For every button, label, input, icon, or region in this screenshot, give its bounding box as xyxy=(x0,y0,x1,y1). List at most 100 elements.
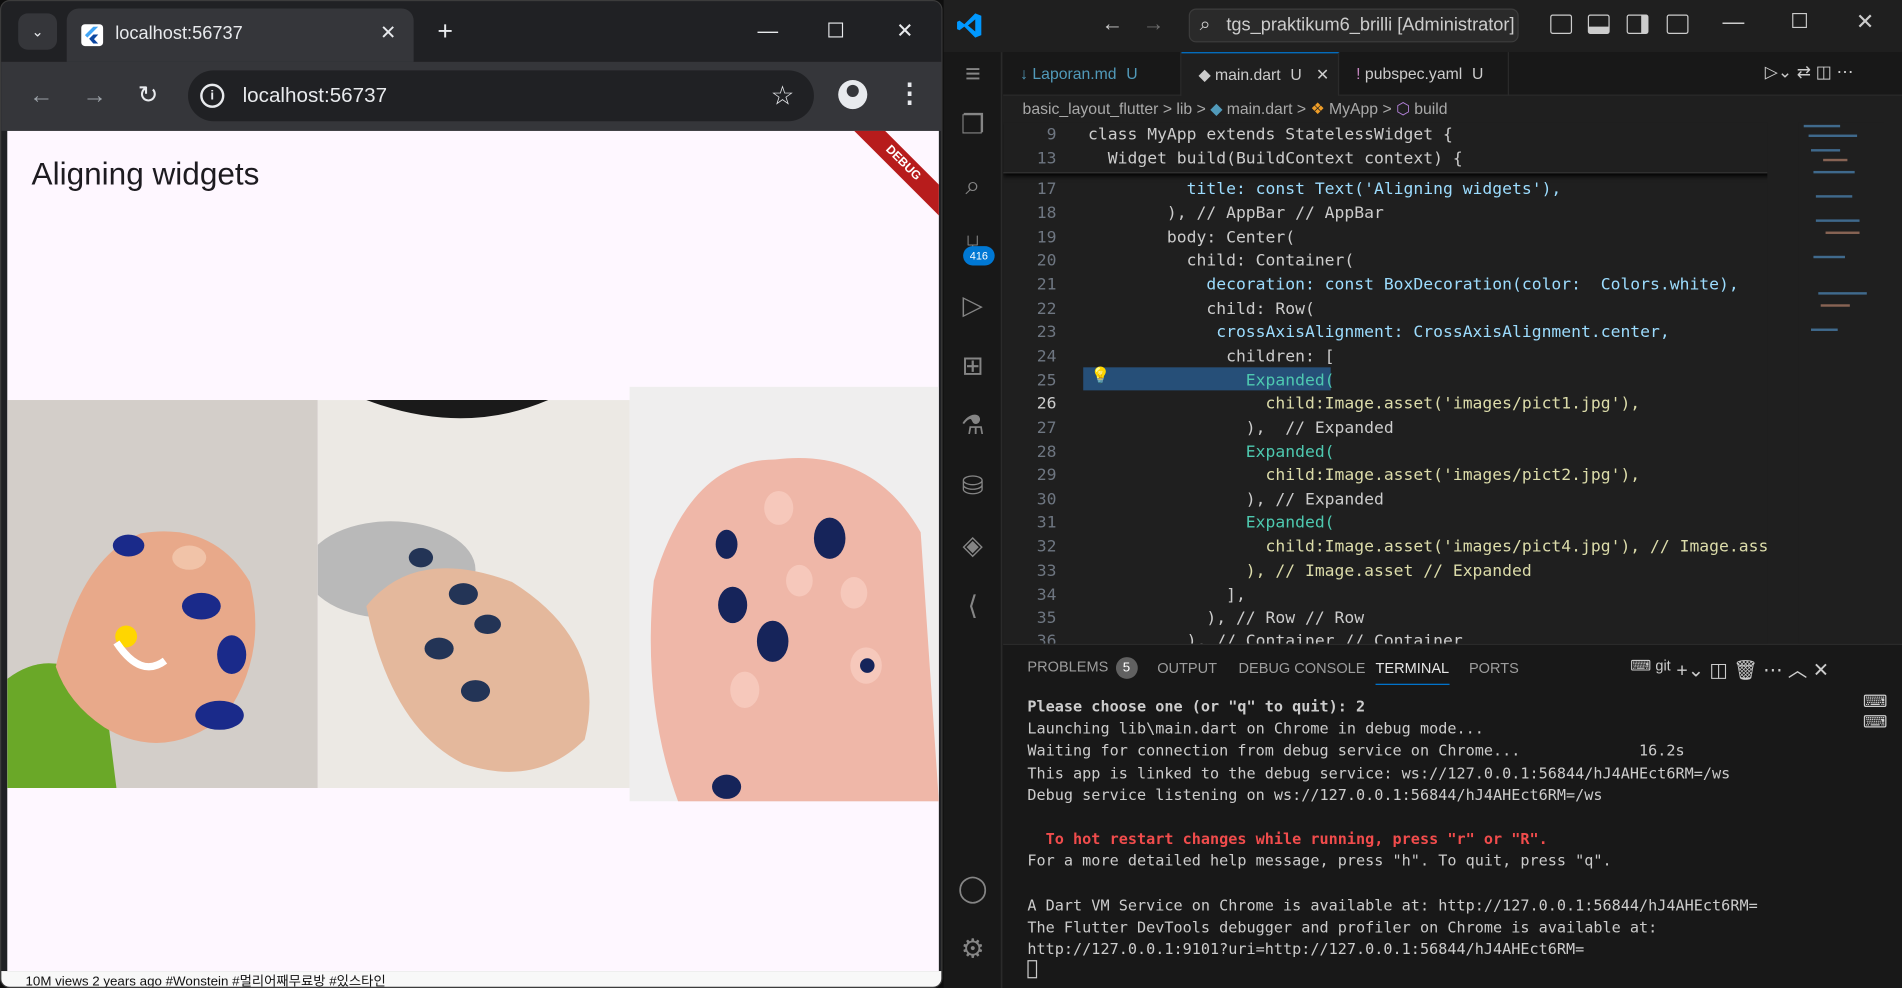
close-tab-icon[interactable]: ✕ xyxy=(375,21,402,48)
line-number: 20 xyxy=(1036,250,1057,271)
panel-actions-icon[interactable]: +⌄ ◫ 🗑 ⋯ ︿ ✕ xyxy=(1676,653,1829,682)
tab-main-dart[interactable]: ◆ main.dart U ✕ xyxy=(1181,52,1340,96)
database-icon[interactable]: ⛁ xyxy=(956,469,990,503)
settings-gear-icon[interactable]: ⚙ xyxy=(956,932,990,966)
line-number: 33 xyxy=(1036,561,1057,581)
flutter-icon[interactable]: ⟨ xyxy=(956,589,990,623)
problems-badge: 5 xyxy=(1115,657,1138,679)
extensions-icon[interactable]: ⊞ xyxy=(956,349,990,383)
search-icon: ⌕ xyxy=(1199,14,1211,36)
terminal-line: For a more detailed help message, press … xyxy=(1027,851,1612,870)
line-number: 28 xyxy=(1036,442,1057,462)
line-number: 36 xyxy=(1036,631,1057,644)
tab-status: U xyxy=(1471,64,1484,83)
code-line: ), // Expanded xyxy=(1088,418,1394,438)
minimize-icon[interactable]: — xyxy=(1722,10,1744,35)
panel-tab-debug-console[interactable]: DEBUG CONSOLE xyxy=(1238,659,1365,676)
search-icon[interactable]: ⌕ xyxy=(956,169,990,203)
url-text[interactable]: localhost:56737 xyxy=(243,84,387,108)
terminal-output[interactable]: Please choose one (or "q" to quit): 2 Lau… xyxy=(1027,696,1803,979)
tab-title: localhost:56737 xyxy=(115,23,243,44)
nav-forward-icon[interactable]: → xyxy=(1143,11,1165,36)
line-number: 25 xyxy=(1036,370,1057,391)
accounts-icon[interactable]: ◯ xyxy=(956,872,990,906)
address-bar[interactable]: i localhost:56737 ☆ xyxy=(188,70,814,122)
panel-tab-output[interactable]: OUTPUT xyxy=(1157,659,1217,676)
code-line: child: Row( xyxy=(1088,299,1315,319)
menu-kebab-icon[interactable]: ⋮ xyxy=(896,78,923,110)
toggle-panel-icon[interactable] xyxy=(1587,14,1610,34)
code-line: title: const Text('Aligning widgets'), xyxy=(1088,179,1562,199)
toggle-secondary-sidebar-icon[interactable] xyxy=(1626,14,1649,34)
bookmark-star-icon[interactable]: ☆ xyxy=(771,80,795,112)
tab-laporan-md[interactable]: ↓ Laporan.md U xyxy=(1003,52,1182,96)
app-title: Aligning widgets xyxy=(31,155,260,192)
flutter-favicon-icon xyxy=(81,24,104,47)
back-icon[interactable]: ← xyxy=(23,79,59,115)
testing-flask-icon[interactable]: ⚗ xyxy=(956,409,990,443)
run-debug-icon[interactable]: ▷ xyxy=(956,289,990,323)
line-number: 19 xyxy=(1036,227,1057,248)
line-number: 13 xyxy=(1036,149,1057,169)
terminal-list-icon[interactable]: ⌨ ⌨ xyxy=(1863,691,1888,732)
panel-tab-problems[interactable]: PROBLEMS 5 xyxy=(1027,657,1138,679)
close-window-icon[interactable]: ✕ xyxy=(881,13,930,49)
breadcrumb-item[interactable]: lib xyxy=(1176,99,1192,117)
customize-layout-icon[interactable] xyxy=(1666,14,1689,34)
activity-bar: ≡ ❐ ⌕ ⑂ 416 ▷ ⊞ ⚗ ⛁ ◈ ⟨ ◯ ⚙ xyxy=(943,52,1002,988)
breadcrumb-item[interactable]: basic_layout_flutter xyxy=(1023,99,1159,117)
tab-strip: ⌄ localhost:56737 ✕ + — ☐ ✕ xyxy=(1,1,942,62)
browser-toolbar: ← → ↻ i localhost:56737 ☆ ⋮ xyxy=(1,61,942,131)
profile-avatar-icon[interactable] xyxy=(838,80,868,110)
explorer-icon[interactable]: ❐ xyxy=(956,108,990,142)
layers-icon[interactable]: ◈ xyxy=(956,529,990,563)
maximize-icon[interactable]: ☐ xyxy=(811,13,860,49)
tab-label: main.dart xyxy=(1214,65,1281,84)
code-line: ), // Row // Row xyxy=(1088,608,1365,628)
forward-icon[interactable]: → xyxy=(76,79,112,115)
minimap[interactable] xyxy=(1798,122,1884,644)
terminal-line: http://127.0.0.1:9101?uri=http://127.0.0… xyxy=(1027,939,1585,959)
vscode-logo-icon xyxy=(957,13,982,38)
line-number: 34 xyxy=(1036,585,1057,605)
close-window-icon[interactable]: ✕ xyxy=(1856,10,1874,35)
terminal-line: This app is linked to the debug service:… xyxy=(1027,763,1731,782)
code-line: child:Image.asset('images/pict1.jpg'), xyxy=(1088,393,1641,414)
terminal-shell-selector[interactable]: ⌨ git xyxy=(1630,657,1670,674)
breadcrumb-item[interactable]: MyApp xyxy=(1329,99,1378,117)
bottom-panel: PROBLEMS 5 OUTPUT DEBUG CONSOLE TERMINAL … xyxy=(1003,643,1902,988)
code-line: Expanded( xyxy=(1088,512,1335,533)
line-number: 26 xyxy=(1036,393,1057,414)
breadcrumb: basic_layout_flutter > lib > ◆ main.dart… xyxy=(1022,99,1448,118)
tab-search-button[interactable]: ⌄ xyxy=(18,13,58,50)
maximize-icon[interactable]: ☐ xyxy=(1790,10,1808,34)
web-viewport: Aligning widgets DEBUG xyxy=(7,130,939,972)
terminal-line: Launching lib\main.dart on Chrome in deb… xyxy=(1027,719,1484,738)
terminal-line: Debug service listening on ws://127.0.0.… xyxy=(1027,785,1603,804)
code-line: crossAxisAlignment: CrossAxisAlignment.c… xyxy=(1088,322,1670,342)
line-number: 27 xyxy=(1036,418,1057,438)
menu-icon[interactable]: ≡ xyxy=(956,57,990,91)
minimize-icon[interactable]: — xyxy=(744,13,793,49)
nail-photo-2 xyxy=(317,400,630,788)
tab-pubspec-yaml[interactable]: ! pubspec.yaml U xyxy=(1339,52,1509,96)
code-line: children: [ xyxy=(1088,346,1335,367)
panel-tab-ports[interactable]: PORTS xyxy=(1469,659,1519,676)
site-info-icon[interactable]: i xyxy=(200,83,225,108)
code-editor[interactable]: 💡 17 title: const Text('Aligning widgets… xyxy=(1003,122,1768,644)
tab-status: U xyxy=(1290,65,1302,84)
toggle-primary-sidebar-icon[interactable] xyxy=(1550,14,1573,34)
breadcrumb-item[interactable]: main.dart xyxy=(1227,99,1293,117)
new-tab-button[interactable]: + xyxy=(428,16,462,50)
browser-tab[interactable]: localhost:56737 ✕ xyxy=(66,8,414,62)
vscode-window: ← → ⌕ tgs_praktikum6_brilli [Administrato… xyxy=(943,0,1902,988)
nav-back-icon[interactable]: ← xyxy=(1101,11,1123,36)
panel-tab-terminal[interactable]: TERMINAL xyxy=(1375,659,1450,685)
breadcrumb-item[interactable]: build xyxy=(1414,99,1447,117)
command-center[interactable]: ⌕ tgs_praktikum6_brilli [Administrator] xyxy=(1188,8,1519,43)
line-number: 31 xyxy=(1036,512,1057,533)
terminal-cursor xyxy=(1027,960,1038,979)
reload-icon[interactable]: ↻ xyxy=(130,79,166,115)
vscode-titlebar: ← → ⌕ tgs_praktikum6_brilli [Administrato… xyxy=(943,0,1902,53)
editor-actions-icon[interactable]: ▷⌄ ⇄ ◫ ⋯ xyxy=(1765,62,1854,83)
